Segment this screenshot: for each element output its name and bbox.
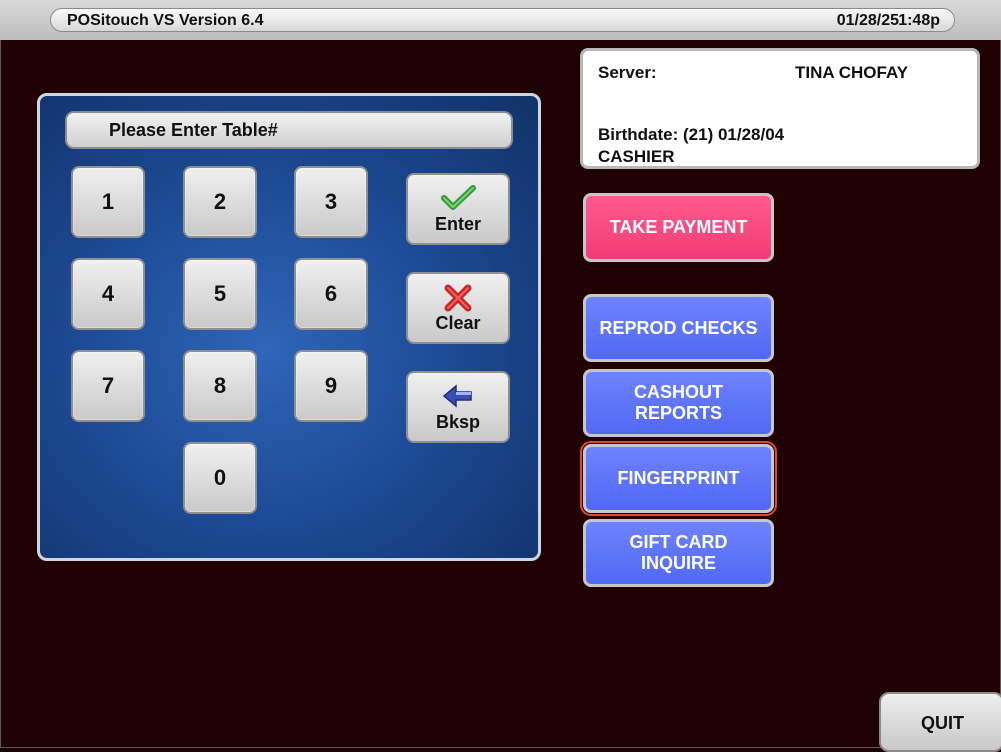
gift-card-inquire-button[interactable]: GIFT CARD INQUIRE (583, 519, 774, 587)
reprod-checks-button[interactable]: REPROD CHECKS (583, 294, 774, 362)
birthdate-text: Birthdate: (21) 01/28/04 (598, 125, 785, 144)
key-6[interactable]: 6 (294, 258, 368, 330)
backspace-button[interactable]: Bksp (406, 371, 510, 443)
giftcard-line1: GIFT CARD (629, 532, 728, 552)
key-4[interactable]: 4 (71, 258, 145, 330)
take-payment-button[interactable]: TAKE PAYMENT (583, 193, 774, 262)
keypad-panel: Please Enter Table# 1 2 3 4 5 6 7 8 9 0 … (37, 93, 541, 561)
key-2[interactable]: 2 (183, 166, 257, 238)
header-date: 01/28/25 (836, 12, 899, 29)
title-pill: POSitouch VS Version 6.4 01/28/25 1:48p (50, 8, 955, 32)
giftcard-line2: INQUIRE (640, 553, 716, 573)
key-8[interactable]: 8 (183, 350, 257, 422)
app-title: POSitouch VS Version 6.4 (67, 12, 264, 29)
role-text: CASHIER (598, 147, 675, 166)
fingerprint-button[interactable]: FINGERPRINT (580, 441, 777, 516)
checkmark-icon (408, 185, 508, 211)
server-info-box: Server: TINA CHOFAY Birthdate: (21) 01/2… (580, 48, 980, 169)
bksp-label: Bksp (435, 412, 480, 432)
quit-button[interactable]: QUIT (879, 692, 1001, 752)
cashout-reports-button[interactable]: CASHOUT REPORTS (583, 369, 774, 437)
table-number-prompt: Please Enter Table# (65, 111, 513, 149)
server-label: Server: (598, 63, 657, 82)
enter-button[interactable]: Enter (406, 173, 510, 245)
clear-button[interactable]: Clear (406, 272, 510, 344)
key-7[interactable]: 7 (71, 350, 145, 422)
left-arrow-icon (408, 383, 508, 409)
server-name: TINA CHOFAY (795, 63, 909, 82)
clear-label: Clear (435, 313, 481, 333)
enter-label: Enter (434, 214, 481, 234)
key-0[interactable]: 0 (183, 442, 257, 514)
cashout-line2: REPORTS (634, 403, 722, 423)
key-1[interactable]: 1 (71, 166, 145, 238)
key-9[interactable]: 9 (294, 350, 368, 422)
x-icon (408, 284, 508, 312)
key-3[interactable]: 3 (294, 166, 368, 238)
key-5[interactable]: 5 (183, 258, 257, 330)
header-time: 1:48p (898, 12, 940, 29)
cashout-line1: CASHOUT (634, 382, 723, 402)
title-bar: POSitouch VS Version 6.4 01/28/25 1:48p (0, 0, 1001, 40)
